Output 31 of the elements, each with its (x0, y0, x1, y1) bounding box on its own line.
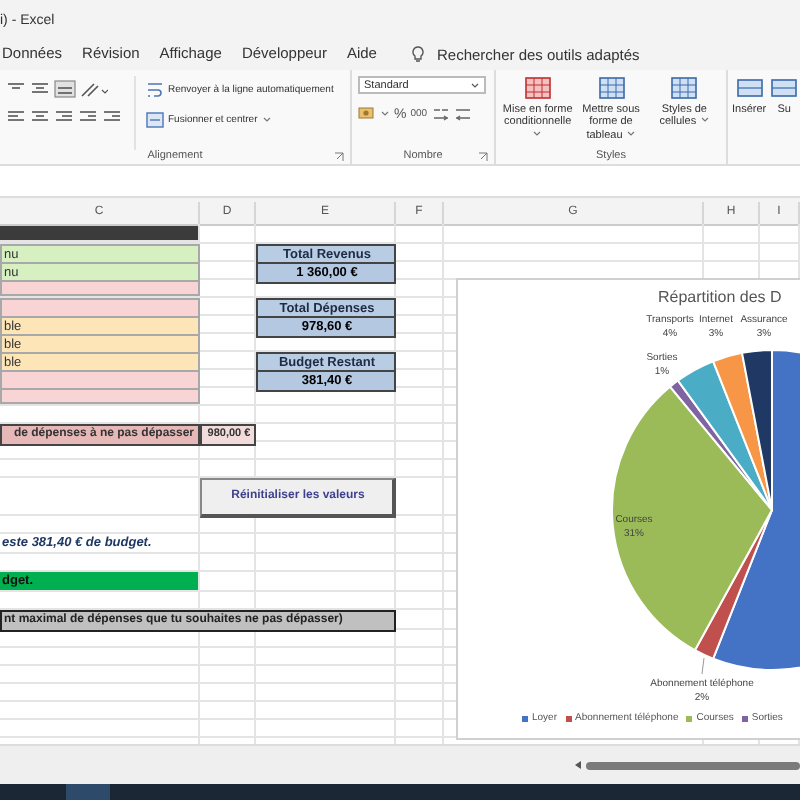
caret-icon (261, 116, 272, 124)
dialog-launcher-icon[interactable] (334, 151, 344, 161)
leader-line (701, 657, 705, 675)
align-right-icon[interactable] (54, 110, 74, 126)
align-center-icon[interactable] (30, 110, 50, 126)
table-format-icon (597, 76, 625, 100)
caret-icon (470, 81, 480, 89)
cell-styles-icon (670, 76, 699, 100)
insert-cells-icon (735, 76, 764, 100)
insert-cells-icon (770, 76, 799, 100)
chart-title: Répartition des D (658, 288, 782, 306)
scrollbar-thumb[interactable] (586, 761, 800, 769)
align-bottom-icon[interactable] (54, 80, 76, 98)
orientation-icon[interactable] (80, 81, 108, 97)
caret-icon (699, 116, 710, 125)
scroll-left-icon[interactable] (574, 760, 582, 770)
increase-decimal-icon[interactable] (431, 106, 450, 122)
decrease-indent-icon[interactable] (78, 110, 98, 126)
align-left-icon[interactable] (6, 110, 26, 126)
caret-icon (625, 129, 636, 138)
dialog-launcher-icon[interactable] (478, 151, 488, 161)
merge-cells-icon (146, 112, 164, 128)
currency-icon[interactable] (358, 106, 376, 122)
decrease-decimal-icon[interactable] (453, 106, 472, 122)
caret-icon (532, 129, 543, 138)
lightbulb-icon[interactable] (412, 46, 425, 64)
align-middle-icon[interactable] (30, 81, 50, 97)
conditional-format-icon (523, 76, 552, 100)
caret-icon (380, 110, 390, 118)
increase-indent-icon[interactable] (102, 110, 122, 126)
wrap-text-icon (146, 82, 164, 98)
